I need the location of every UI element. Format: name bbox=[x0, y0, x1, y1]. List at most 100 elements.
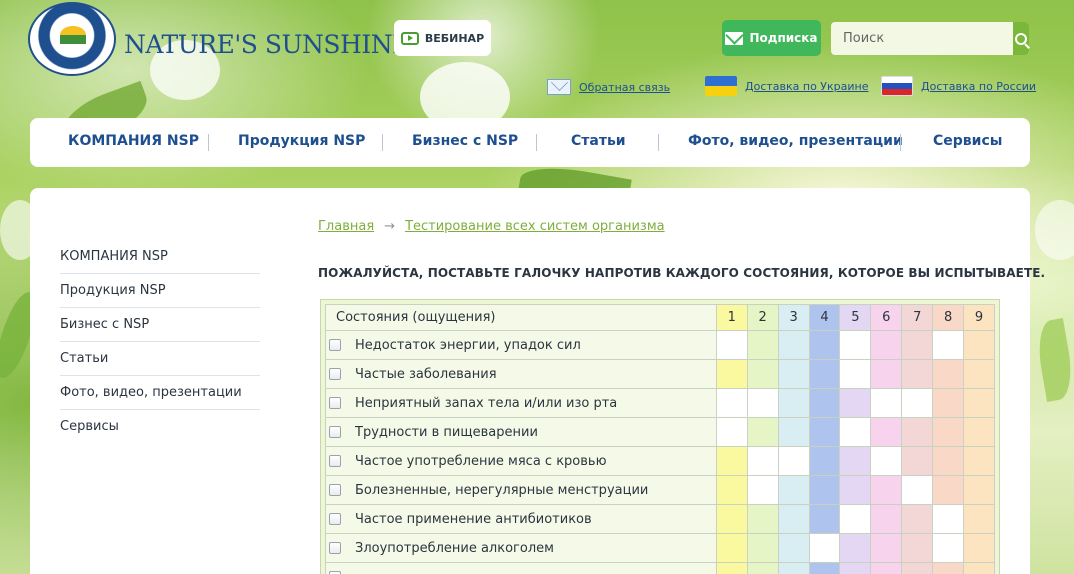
table-row: Недостаток энергии, упадок сил bbox=[325, 330, 995, 360]
system-column-header: 2 bbox=[746, 304, 779, 331]
nav-item-business[interactable]: Бизнес с NSP bbox=[412, 133, 518, 149]
condition-checkbox[interactable] bbox=[329, 397, 341, 409]
condition-cell: Недостаток энергии, упадок сил bbox=[325, 330, 717, 360]
table-row: Частые заболевания bbox=[325, 359, 995, 389]
nav-item-articles[interactable]: Статьи bbox=[571, 133, 626, 149]
system-cell bbox=[715, 504, 748, 534]
system-cell bbox=[932, 359, 965, 389]
content-panel: КОМПАНИЯ NSP Продукция NSP Бизнес с NSP … bbox=[30, 188, 1045, 574]
system-cell bbox=[839, 417, 872, 447]
system-cell bbox=[715, 446, 748, 476]
conditions-header: Состояния (ощущения) bbox=[325, 304, 717, 331]
condition-cell: Частые заболевания bbox=[325, 359, 717, 389]
system-cell bbox=[870, 388, 903, 418]
delivery-ukraine-link[interactable]: Доставка по Украине bbox=[705, 76, 868, 96]
system-cell bbox=[870, 446, 903, 476]
system-cell bbox=[901, 562, 934, 574]
table-row: Злоупотребление алкоголем bbox=[325, 533, 995, 563]
breadcrumb-home[interactable]: Главная bbox=[318, 219, 374, 234]
system-cell bbox=[746, 562, 779, 574]
system-cell bbox=[839, 330, 872, 360]
sidebar-item-media[interactable]: Фото, видео, презентации bbox=[60, 376, 260, 410]
system-column-header: 3 bbox=[777, 304, 810, 331]
system-cell bbox=[901, 359, 934, 389]
system-cell bbox=[715, 475, 748, 505]
condition-checkbox[interactable] bbox=[329, 426, 341, 438]
system-cell bbox=[808, 388, 841, 418]
system-cell bbox=[777, 446, 810, 476]
nav-item-services[interactable]: Сервисы bbox=[933, 133, 1002, 149]
condition-label: Злоупотребление алкоголем bbox=[355, 540, 554, 556]
system-cell bbox=[901, 504, 934, 534]
symptoms-table: Состояния (ощущения) 123456789 Недостато… bbox=[325, 304, 995, 574]
condition-checkbox[interactable] bbox=[329, 455, 341, 467]
nav-separator bbox=[900, 134, 901, 151]
system-cell bbox=[715, 417, 748, 447]
system-cell bbox=[870, 504, 903, 534]
system-cell bbox=[963, 533, 995, 563]
table-row: Частое применение антибиотиков bbox=[325, 504, 995, 534]
sidebar-item-articles[interactable]: Статьи bbox=[60, 342, 260, 376]
delivery-russia-label: Доставка по России bbox=[921, 79, 1037, 93]
system-cell bbox=[963, 330, 995, 360]
system-cell bbox=[746, 359, 779, 389]
system-cell bbox=[777, 388, 810, 418]
system-cell bbox=[777, 533, 810, 563]
breadcrumb-current[interactable]: Тестирование всех систем организма bbox=[405, 219, 665, 234]
feedback-link[interactable]: Обратная связь bbox=[547, 79, 670, 95]
main-nav: КОМПАНИЯ NSP Продукция NSP Бизнес с NSP … bbox=[30, 118, 1030, 167]
sidebar-item-company[interactable]: КОМПАНИЯ NSP bbox=[60, 240, 260, 274]
condition-checkbox[interactable] bbox=[329, 484, 341, 496]
system-cell bbox=[808, 533, 841, 563]
webinar-label: ВЕБИНАР bbox=[424, 31, 485, 45]
system-cell bbox=[839, 388, 872, 418]
system-cell bbox=[777, 562, 810, 574]
search-button[interactable] bbox=[1013, 22, 1029, 55]
sidebar-item-products[interactable]: Продукция NSP bbox=[60, 274, 260, 308]
nav-item-media[interactable]: Фото, видео, презентации bbox=[688, 133, 903, 149]
page-headline: ПОЖАЛУЙСТА, ПОСТАВЬТЕ ГАЛОЧКУ НАПРОТИВ К… bbox=[318, 266, 1046, 280]
system-column-header: 5 bbox=[839, 304, 872, 331]
search-box bbox=[831, 22, 1029, 55]
nav-separator bbox=[536, 134, 537, 151]
symptoms-table-wrapper: Состояния (ощущения) 123456789 Недостато… bbox=[320, 299, 1000, 574]
system-cell bbox=[777, 417, 810, 447]
system-cell bbox=[870, 330, 903, 360]
webinar-button[interactable]: ВЕБИНАР bbox=[394, 20, 491, 56]
condition-label: Частые заболевания bbox=[355, 366, 497, 382]
condition-cell bbox=[325, 562, 717, 574]
nav-item-company[interactable]: КОМПАНИЯ NSP bbox=[68, 133, 199, 149]
condition-label: Частое применение антибиотиков bbox=[355, 511, 592, 527]
system-cell bbox=[901, 446, 934, 476]
system-cell bbox=[777, 359, 810, 389]
condition-cell: Злоупотребление алкоголем bbox=[325, 533, 717, 563]
system-cell bbox=[963, 504, 995, 534]
system-cell bbox=[963, 446, 995, 476]
system-cell bbox=[870, 475, 903, 505]
condition-checkbox[interactable] bbox=[329, 368, 341, 380]
condition-checkbox[interactable] bbox=[329, 513, 341, 525]
nsp-logo[interactable]: NATURE'S SUNSHINE bbox=[28, 2, 410, 76]
system-column-header: 8 bbox=[932, 304, 965, 331]
system-column-header: 7 bbox=[901, 304, 934, 331]
condition-label: Трудности в пищеварении bbox=[355, 424, 538, 440]
system-cell bbox=[746, 504, 779, 534]
condition-checkbox[interactable] bbox=[329, 542, 341, 554]
delivery-russia-link[interactable]: Доставка по России bbox=[881, 76, 1036, 96]
subscribe-button[interactable]: Подписка bbox=[722, 20, 821, 56]
sidebar-item-business[interactable]: Бизнес с NSP bbox=[60, 308, 260, 342]
sidebar-item-services[interactable]: Сервисы bbox=[60, 410, 260, 444]
leaf-decoration bbox=[1033, 318, 1074, 402]
search-input[interactable] bbox=[831, 22, 1013, 55]
system-cell bbox=[901, 330, 934, 360]
system-cell bbox=[963, 475, 995, 505]
blossom-decoration bbox=[1035, 200, 1074, 260]
system-cell bbox=[715, 562, 748, 574]
logo-text: NATURE'S SUNSHINE bbox=[124, 29, 410, 59]
system-cell bbox=[808, 330, 841, 360]
condition-cell: Неприятный запах тела и/или изо рта bbox=[325, 388, 717, 418]
nav-item-products[interactable]: Продукция NSP bbox=[238, 133, 365, 149]
system-cell bbox=[777, 475, 810, 505]
condition-checkbox[interactable] bbox=[329, 339, 341, 351]
system-cell bbox=[808, 475, 841, 505]
